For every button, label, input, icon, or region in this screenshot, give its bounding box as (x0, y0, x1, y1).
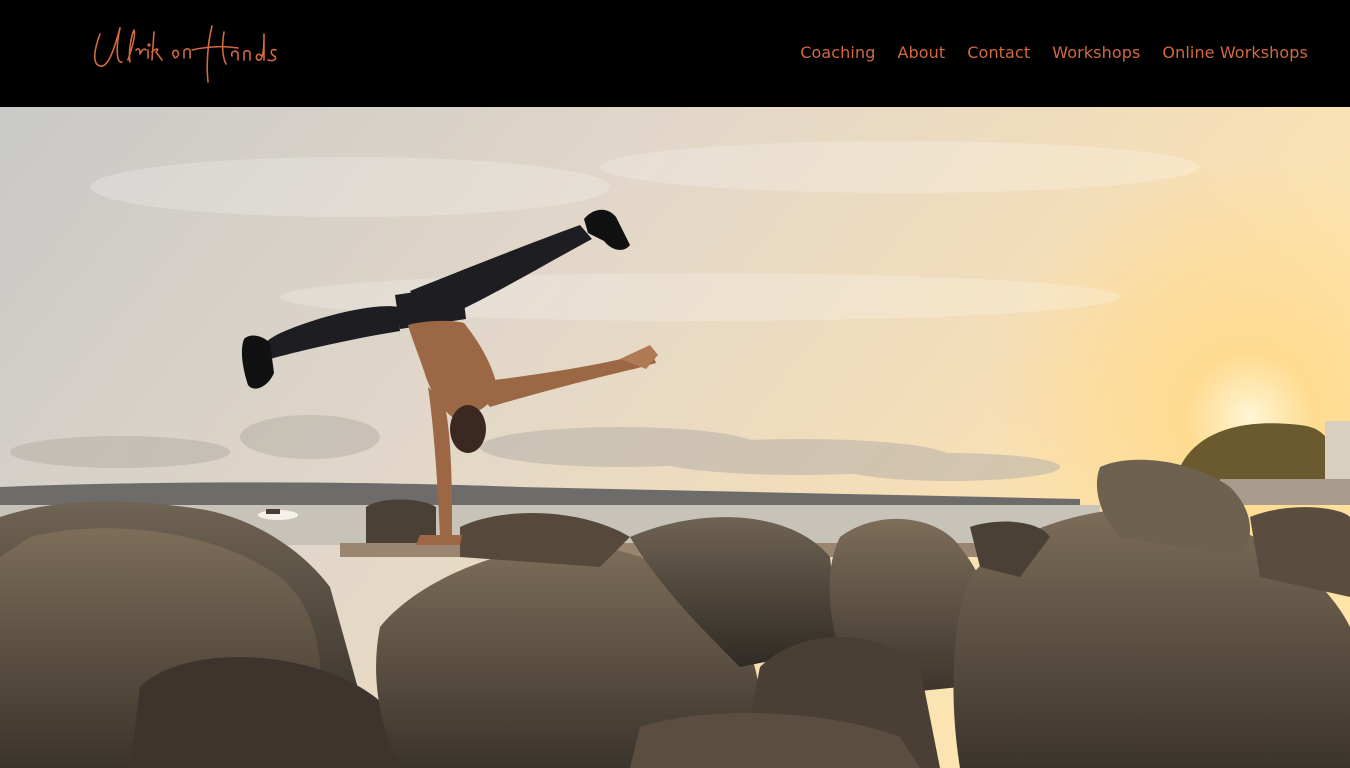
site-header: Coaching About Contact Workshops Online … (0, 0, 1350, 107)
nav-about[interactable]: About (897, 42, 945, 64)
nav-contact[interactable]: Contact (967, 42, 1030, 64)
hero-photo (0, 107, 1350, 768)
nav-coaching[interactable]: Coaching (800, 42, 875, 64)
hero-image (0, 107, 1350, 768)
main-nav: Coaching About Contact Workshops Online … (800, 42, 1308, 64)
site-logo[interactable] (92, 20, 282, 86)
logo-script-wordmark (93, 25, 277, 83)
nav-online-workshops[interactable]: Online Workshops (1162, 42, 1308, 64)
nav-workshops[interactable]: Workshops (1052, 42, 1140, 64)
